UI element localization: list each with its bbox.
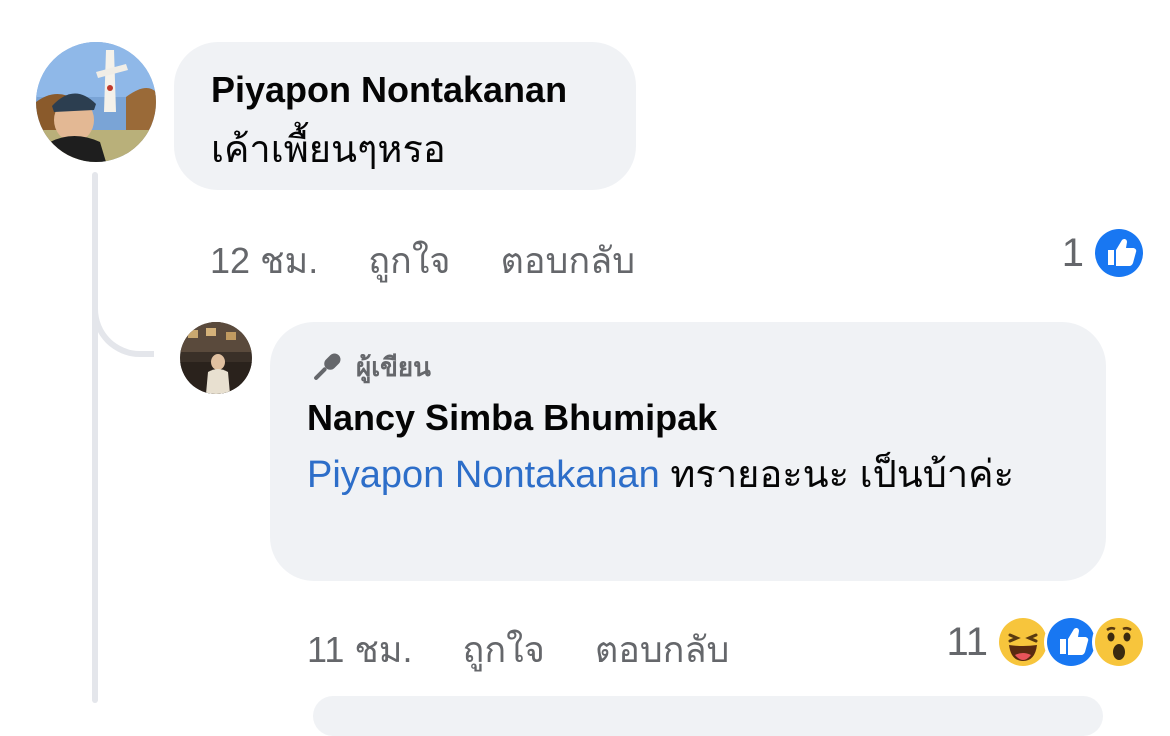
comment-time[interactable]: 11 ชม. — [307, 621, 413, 678]
like-button[interactable]: ถูกใจ — [463, 621, 545, 678]
avatar[interactable] — [36, 42, 156, 162]
like-icon — [1044, 615, 1098, 669]
comment-body: ทรายอะนะ เป็นบ้าค่ะ — [659, 454, 1014, 496]
mention-link[interactable]: Piyapon Nontakanan — [307, 454, 660, 496]
author-badge: ผู้เขียน — [306, 347, 431, 388]
comment-time[interactable]: 12 ชม. — [210, 232, 318, 289]
next-reply-bubble — [313, 696, 1103, 736]
microphone-icon — [314, 353, 341, 380]
avatar[interactable] — [180, 322, 252, 394]
comment-actions: 12 ชม. ถูกใจ ตอบกลับ — [210, 232, 685, 289]
reply-button[interactable]: ตอบกลับ — [595, 621, 730, 678]
reply-bubble: ผู้เขียน Nancy Simba Bhumipak Piyapon No… — [270, 322, 1106, 581]
comment-bubble: Piyapon Nontakanan เค้าเพื้ยนๆหรอ — [174, 42, 636, 190]
author-badge-label: ผู้เขียน — [356, 352, 431, 382]
comment-author[interactable]: Nancy Simba Bhumipak — [307, 397, 717, 439]
thread-connector — [92, 240, 154, 357]
reaction-count: 11 — [946, 619, 988, 664]
reaction-summary[interactable]: 1 — [1062, 226, 1146, 280]
like-button[interactable]: ถูกใจ — [368, 232, 450, 289]
like-icon — [1092, 226, 1146, 280]
comment-actions: 11 ชม. ถูกใจ ตอบกลับ — [307, 621, 779, 678]
comment-text: เค้าเพื้ยนๆหรอ — [211, 129, 446, 171]
wow-icon — [1092, 615, 1146, 669]
reaction-summary[interactable]: 11 — [946, 615, 1146, 669]
comment-author[interactable]: Piyapon Nontakanan — [211, 69, 567, 111]
reply-button[interactable]: ตอบกลับ — [500, 232, 635, 289]
haha-icon — [996, 615, 1050, 669]
comment-text: Piyapon Nontakanan ทรายอะนะ เป็นบ้าค่ะ — [307, 444, 1087, 506]
reaction-count: 1 — [1061, 230, 1084, 275]
